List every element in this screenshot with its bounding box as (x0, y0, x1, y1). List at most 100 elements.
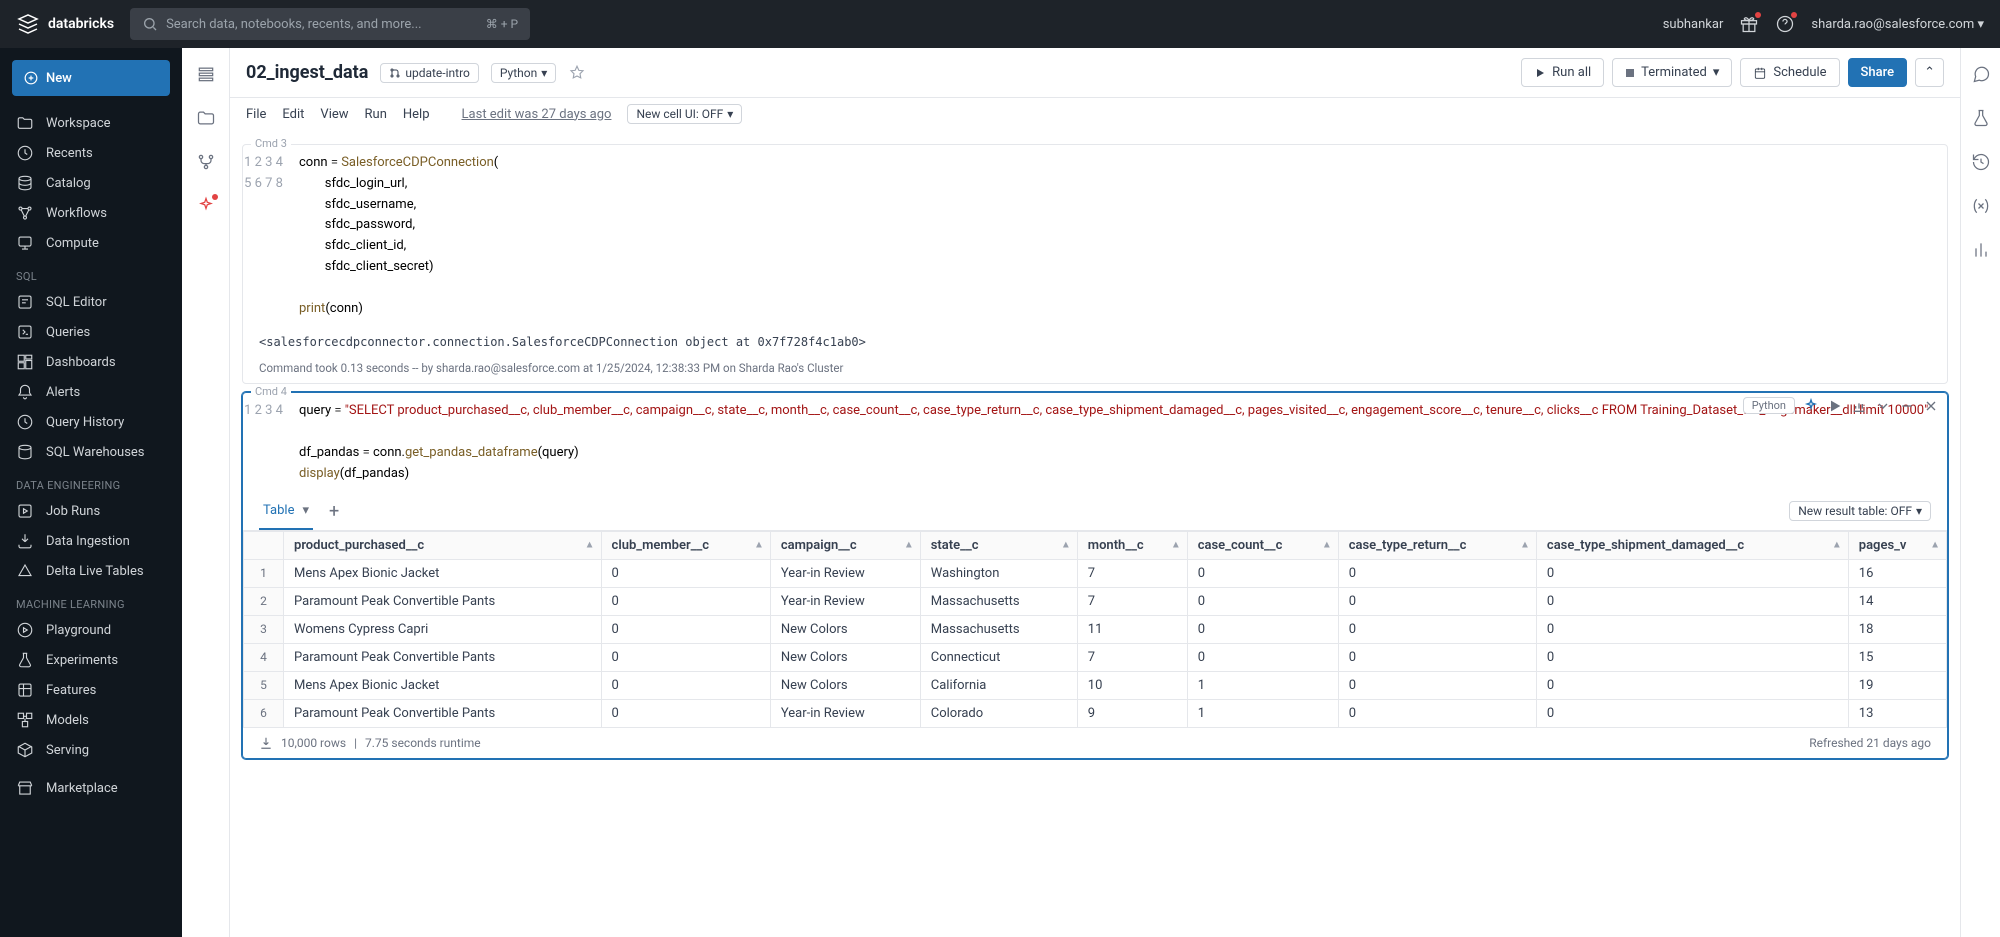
new-button[interactable]: New (12, 60, 170, 96)
folder-icon[interactable] (196, 108, 216, 128)
chevron-down-icon[interactable] (1875, 398, 1891, 414)
menu-edit[interactable]: Edit (282, 107, 304, 122)
table-row[interactable]: 6Paramount Peak Convertible Pants0Year-i… (244, 699, 1947, 727)
table-row[interactable]: 2Paramount Peak Convertible Pants0Year-i… (244, 587, 1947, 615)
last-edit-link[interactable]: Last edit was 27 days ago (462, 107, 612, 122)
minimize-icon[interactable] (1899, 398, 1915, 414)
global-search[interactable]: Search data, notebooks, recents, and mor… (130, 8, 530, 40)
table-row[interactable]: 4Paramount Peak Convertible Pants0New Co… (244, 643, 1947, 671)
nav-data-ingestion[interactable]: Data Ingestion (0, 526, 182, 556)
lang-tag[interactable]: Python (1743, 397, 1795, 414)
top-bar: databricks Search data, notebooks, recen… (0, 0, 2000, 48)
chevron-down-icon: ▾ (541, 66, 547, 80)
history-icon[interactable] (1971, 152, 1991, 172)
nav-compute[interactable]: Compute (0, 228, 182, 258)
menu-run[interactable]: Run (365, 107, 387, 122)
share-button[interactable]: Share (1848, 58, 1908, 87)
job-runs-icon (16, 502, 34, 520)
code-cell-4[interactable]: Cmd 4 Python 1 2 3 4 query = "SELECT pro… (242, 392, 1948, 758)
sort-icon[interactable]: ▲ (1930, 540, 1940, 551)
col-state__c[interactable]: state__c▲ (920, 531, 1077, 559)
nav-alerts[interactable]: Alerts (0, 377, 182, 407)
sort-icon[interactable]: ▲ (1520, 540, 1530, 551)
col-case_type_shipment_damaged__c[interactable]: case_type_shipment_damaged__c▲ (1536, 531, 1848, 559)
table-row[interactable]: 5Mens Apex Bionic Jacket0New ColorsCalif… (244, 671, 1947, 699)
nav-queries[interactable]: Queries (0, 317, 182, 347)
language-selector[interactable]: Python ▾ (491, 63, 556, 83)
nav-job-runs[interactable]: Job Runs (0, 496, 182, 526)
logo[interactable]: databricks (16, 12, 114, 36)
sort-icon[interactable]: ▲ (1832, 540, 1842, 551)
bar-chart-icon[interactable] (1971, 240, 1991, 260)
download-icon[interactable] (259, 736, 273, 750)
star-icon[interactable] (568, 64, 586, 82)
collapse-button[interactable]: ⌃ (1915, 58, 1944, 87)
nav-sql-warehouses[interactable]: SQL Warehouses (0, 437, 182, 467)
nav-workspace[interactable]: Workspace (0, 108, 182, 138)
sort-icon[interactable]: ▲ (754, 540, 764, 551)
menu-view[interactable]: View (320, 107, 348, 122)
nav-serving[interactable]: Serving (0, 735, 182, 765)
gift-icon[interactable] (1739, 14, 1759, 34)
chevron-up-icon: ⌃ (1924, 65, 1935, 80)
col-case_type_return__c[interactable]: case_type_return__c▲ (1338, 531, 1536, 559)
nav-workflows[interactable]: Workflows (0, 198, 182, 228)
newcell-toggle[interactable]: New cell UI: OFF ▾ (627, 104, 742, 124)
run-all-button[interactable]: Run all (1521, 58, 1604, 87)
toc-icon[interactable] (196, 64, 216, 84)
nav-query-history[interactable]: Query History (0, 407, 182, 437)
account-email[interactable]: sharda.rao@salesforce.com ▾ (1811, 17, 1984, 32)
schedule-button[interactable]: Schedule (1740, 58, 1839, 87)
col-pages_v[interactable]: pages_v▲ (1848, 531, 1946, 559)
table-row[interactable]: 3Womens Cypress Capri0New ColorsMassachu… (244, 615, 1947, 643)
git-branch-chip[interactable]: update-intro (380, 63, 479, 83)
close-icon[interactable] (1923, 398, 1939, 414)
nav-dashboards[interactable]: Dashboards (0, 347, 182, 377)
experiments-icon (16, 651, 34, 669)
col-product_purchased__c[interactable]: product_purchased__c▲ (284, 531, 602, 559)
features-icon (16, 681, 34, 699)
chart-icon[interactable] (1851, 398, 1867, 414)
nav-recents[interactable]: Recents (0, 138, 182, 168)
table-row[interactable]: 1Mens Apex Bionic Jacket0Year-in ReviewW… (244, 559, 1947, 587)
sort-icon[interactable]: ▲ (1061, 540, 1071, 551)
cell-toolbar: Python (1743, 397, 1939, 414)
col-month__c[interactable]: month__c▲ (1077, 531, 1187, 559)
assistant-icon[interactable] (1803, 398, 1819, 414)
cluster-selector[interactable]: Terminated ▾ (1612, 58, 1732, 87)
nav-experiments[interactable]: Experiments (0, 645, 182, 675)
menu-file[interactable]: File (246, 107, 266, 122)
sort-icon[interactable]: ▲ (1322, 540, 1332, 551)
menu-help[interactable]: Help (403, 107, 430, 122)
nav-playground[interactable]: Playground (0, 615, 182, 645)
run-cell-icon[interactable] (1827, 398, 1843, 414)
col-club_member__c[interactable]: club_member__c▲ (601, 531, 770, 559)
nav-delta-live-tables[interactable]: Delta Live Tables (0, 556, 182, 586)
code-lines[interactable]: conn = SalesforceCDPConnection( sfdc_log… (299, 153, 1947, 319)
nav-models[interactable]: Models (0, 705, 182, 735)
nav-sql-editor[interactable]: SQL Editor (0, 287, 182, 317)
nav-features[interactable]: Features (0, 675, 182, 705)
nav-section-ml: Machine Learning (0, 586, 182, 615)
branch-icon[interactable] (196, 152, 216, 172)
comment-icon[interactable] (1971, 64, 1991, 84)
add-result-tab[interactable]: + (329, 501, 339, 522)
sort-icon[interactable]: ▲ (904, 540, 914, 551)
flask-icon[interactable] (1971, 108, 1991, 128)
result-table-toggle[interactable]: New result table: OFF ▾ (1789, 501, 1931, 521)
chevron-down-icon[interactable]: ▾ (302, 503, 309, 518)
sort-icon[interactable]: ▲ (1171, 540, 1181, 551)
chevron-down-icon: ▾ (727, 107, 733, 121)
code-cell-3[interactable]: Cmd 3 1 2 3 4 5 6 7 8 conn = SalesforceC… (242, 144, 1948, 384)
col-campaign__c[interactable]: campaign__c▲ (770, 531, 920, 559)
username-label[interactable]: subhankar (1663, 17, 1724, 32)
code-lines[interactable]: query = "SELECT product_purchased__c, cl… (299, 401, 1947, 484)
nav-marketplace[interactable]: Marketplace (0, 773, 182, 803)
sort-icon[interactable]: ▲ (585, 540, 595, 551)
result-tab-table[interactable]: Table ▾ (259, 493, 313, 530)
col-case_count__c[interactable]: case_count__c▲ (1187, 531, 1338, 559)
notebook-title[interactable]: 02_ingest_data (246, 62, 368, 83)
help-icon[interactable] (1775, 14, 1795, 34)
nav-catalog[interactable]: Catalog (0, 168, 182, 198)
variable-icon[interactable] (1971, 196, 1991, 216)
